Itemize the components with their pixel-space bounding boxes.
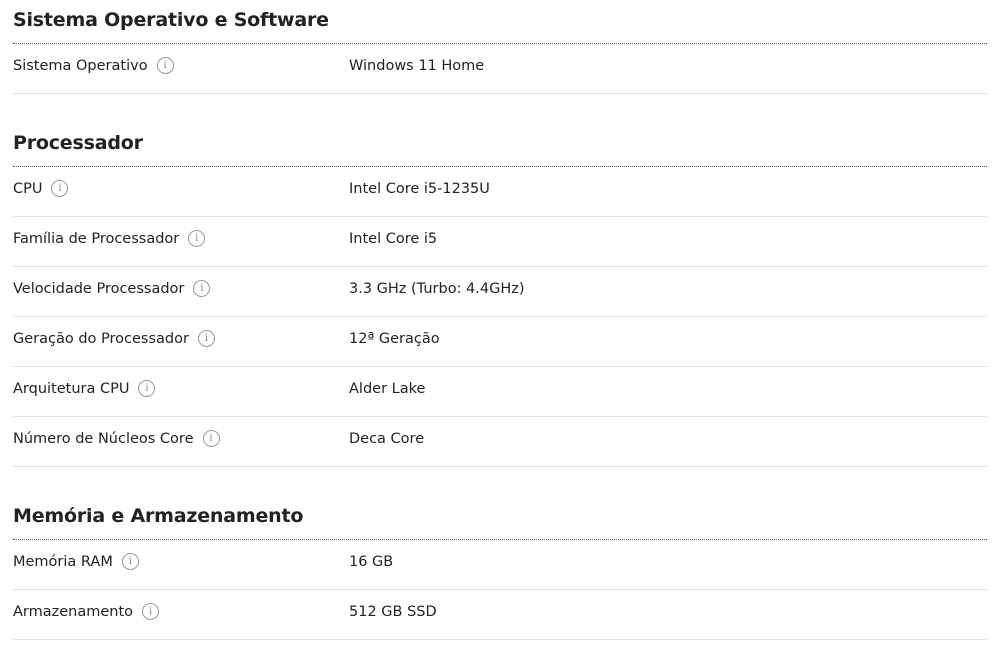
info-icon[interactable]: i bbox=[193, 280, 211, 297]
spec-label: Número de Núcleos Core bbox=[13, 430, 194, 447]
spec-value: 3.3 GHz (Turbo: 4.4GHz) bbox=[349, 280, 525, 297]
spec-section: Processador CPU i Intel Core i5-1235U Fa… bbox=[13, 123, 987, 467]
spec-label-cell: Velocidade Processador i bbox=[13, 280, 349, 297]
info-icon[interactable]: i bbox=[156, 57, 174, 74]
info-icon[interactable]: i bbox=[51, 180, 69, 197]
spec-label: Armazenamento bbox=[13, 603, 134, 620]
spec-row: Número de Núcleos Core i Deca Core bbox=[13, 417, 987, 467]
spec-value: Alder Lake bbox=[349, 380, 426, 397]
spec-value: 512 GB SSD bbox=[349, 603, 437, 620]
spec-label-cell: Sistema Operativo i bbox=[13, 57, 349, 74]
spec-label: Velocidade Processador bbox=[13, 280, 185, 297]
info-icon[interactable]: i bbox=[142, 603, 160, 620]
spec-row: Memória RAM i 16 GB bbox=[13, 540, 987, 590]
spec-label: CPU bbox=[13, 180, 43, 197]
spec-row: Geração do Processador i 12ª Geração bbox=[13, 317, 987, 367]
spec-label: Família de Processador bbox=[13, 230, 180, 247]
spec-label: Arquitetura CPU bbox=[13, 380, 130, 397]
spec-value: 12ª Geração bbox=[349, 330, 440, 347]
spec-label: Sistema Operativo bbox=[13, 57, 148, 74]
info-icon[interactable]: i bbox=[188, 230, 206, 247]
info-icon[interactable]: i bbox=[197, 330, 215, 347]
spec-row: Sistema Operativo i Windows 11 Home bbox=[13, 44, 987, 94]
specs-table: Sistema Operativo e Software Sistema Ope… bbox=[13, 0, 987, 640]
spec-row: Armazenamento i 512 GB SSD bbox=[13, 590, 987, 640]
spec-label: Memória RAM bbox=[13, 553, 113, 570]
info-icon[interactable]: i bbox=[202, 430, 220, 447]
spec-value: Deca Core bbox=[349, 430, 425, 447]
section-title: Memória e Armazenamento bbox=[13, 496, 987, 540]
spec-value: Intel Core i5-1235U bbox=[349, 180, 490, 197]
spec-value: Windows 11 Home bbox=[349, 57, 485, 74]
spec-value: Intel Core i5 bbox=[349, 230, 438, 247]
spec-section: Sistema Operativo e Software Sistema Ope… bbox=[13, 0, 987, 94]
spec-row: CPU i Intel Core i5-1235U bbox=[13, 167, 987, 217]
spec-label-cell: CPU i bbox=[13, 180, 349, 197]
spec-label: Geração do Processador bbox=[13, 330, 189, 347]
spec-label-cell: Número de Núcleos Core i bbox=[13, 430, 349, 447]
info-icon[interactable]: i bbox=[138, 380, 156, 397]
spec-label-cell: Memória RAM i bbox=[13, 553, 349, 570]
section-title: Processador bbox=[13, 123, 987, 167]
spec-row: Família de Processador i Intel Core i5 bbox=[13, 217, 987, 267]
info-icon[interactable]: i bbox=[121, 553, 139, 570]
spec-value: 16 GB bbox=[349, 553, 394, 570]
section-title: Sistema Operativo e Software bbox=[13, 0, 987, 44]
spec-row: Arquitetura CPU i Alder Lake bbox=[13, 367, 987, 417]
spec-row: Velocidade Processador i 3.3 GHz (Turbo:… bbox=[13, 267, 987, 317]
spec-label-cell: Arquitetura CPU i bbox=[13, 380, 349, 397]
spec-label-cell: Armazenamento i bbox=[13, 603, 349, 620]
spec-label-cell: Geração do Processador i bbox=[13, 330, 349, 347]
spec-section: Memória e Armazenamento Memória RAM i 16… bbox=[13, 496, 987, 640]
spec-label-cell: Família de Processador i bbox=[13, 230, 349, 247]
